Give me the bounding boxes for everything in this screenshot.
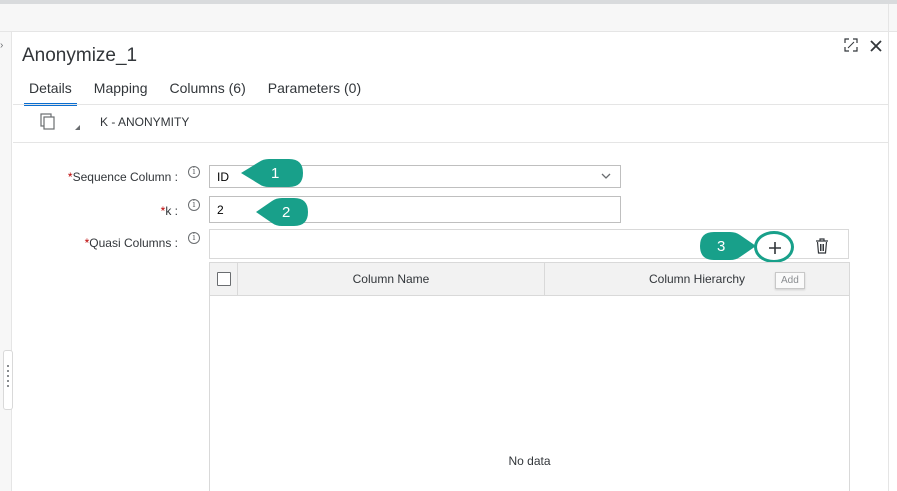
add-tooltip: Add	[775, 272, 805, 289]
info-icon[interactable]: i	[188, 166, 200, 178]
right-divider	[888, 4, 889, 491]
properties-panel: Anonymize_1 Details Mapping Columns (6) …	[13, 32, 888, 491]
expand-icon[interactable]	[844, 38, 858, 55]
callout-2-number: 2	[282, 204, 291, 221]
table-header: Column Name Column Hierarchy	[210, 263, 849, 296]
window-controls	[844, 38, 882, 55]
k-label: *k :	[160, 204, 178, 218]
copy-icon[interactable]	[39, 113, 57, 131]
empty-state-text: No data	[508, 454, 551, 468]
dropdown-triangle-icon[interactable]	[75, 125, 80, 130]
panel-title: Anonymize_1	[22, 45, 138, 66]
add-button[interactable]	[754, 231, 794, 263]
pane-splitter-handle[interactable]	[3, 350, 13, 410]
add-icon	[769, 242, 781, 254]
info-icon[interactable]: i	[188, 232, 200, 244]
toolbar: K - ANONYMITY	[13, 105, 888, 143]
select-all-checkbox[interactable]	[217, 272, 231, 286]
quasi-columns-label: *Quasi Columns :	[84, 236, 178, 250]
tab-bar: Details Mapping Columns (6) Parameters (…	[18, 78, 372, 106]
info-icon[interactable]: i	[188, 199, 200, 211]
callout-3	[700, 232, 756, 260]
tab-columns[interactable]: Columns (6)	[159, 78, 257, 106]
tab-details[interactable]: Details	[18, 78, 83, 106]
left-pane: ›	[0, 32, 12, 491]
header-strip	[0, 4, 897, 32]
quasi-columns-table: Column Name Column Hierarchy No data	[209, 262, 850, 491]
close-icon[interactable]	[870, 39, 882, 55]
sequence-column-label: *Sequence Column :	[67, 170, 178, 184]
column-header-name[interactable]: Column Name	[238, 272, 544, 286]
tab-parameters[interactable]: Parameters (0)	[257, 78, 372, 106]
method-label: K - ANONYMITY	[100, 115, 190, 129]
callout-3-number: 3	[717, 238, 726, 255]
collapse-chevron-icon[interactable]: ›	[0, 40, 3, 51]
callout-1-number: 1	[271, 165, 280, 182]
header-checkbox-cell	[210, 263, 238, 296]
trash-icon[interactable]	[815, 238, 829, 254]
tab-mapping[interactable]: Mapping	[83, 78, 159, 106]
chevron-down-icon	[601, 173, 611, 179]
